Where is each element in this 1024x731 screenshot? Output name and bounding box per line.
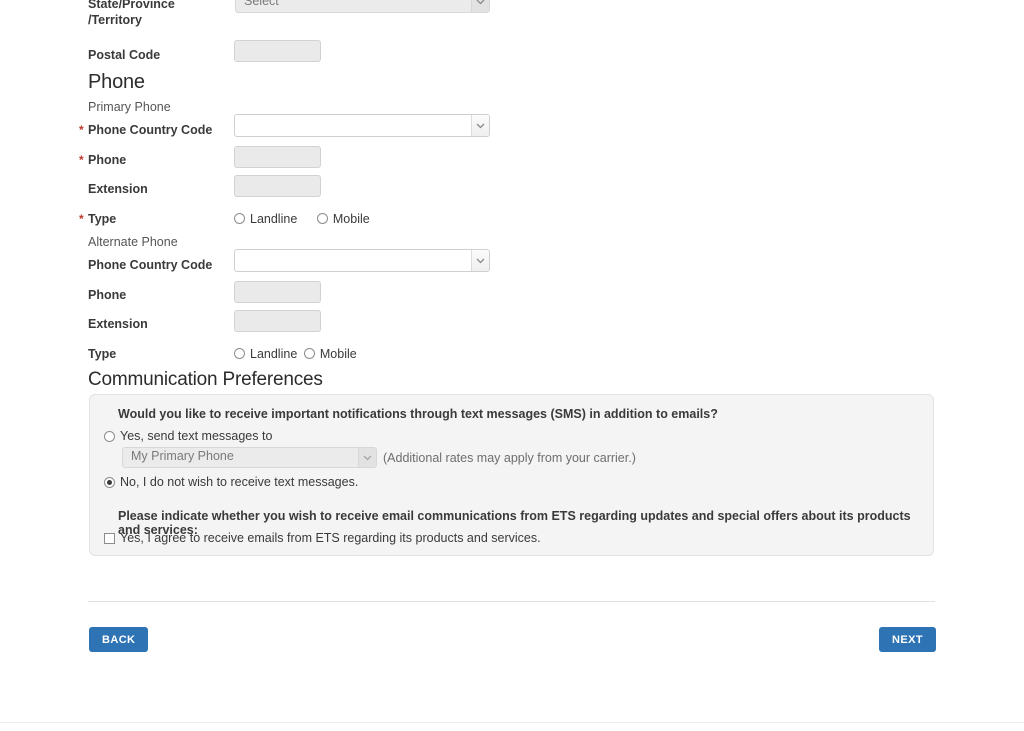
primary-type-label: Type — [88, 212, 117, 226]
communication-preferences-heading: Communication Preferences — [88, 369, 323, 390]
primary-type-landline-label: Landline — [250, 211, 298, 226]
sms-no-label: No, I do not wish to receive text messag… — [120, 475, 359, 489]
primary-extension-label: Extension — [88, 182, 148, 196]
chevron-down-icon — [471, 115, 489, 136]
back-button[interactable]: BACK — [89, 627, 149, 652]
email-optin-label: Yes, I agree to receive emails from ETS … — [120, 531, 541, 545]
field-row-alternate-phone: Phone — [88, 281, 948, 313]
primary-type-radio-mobile[interactable]: Mobile — [316, 211, 370, 226]
alternate-type-label: Type — [88, 347, 117, 361]
primary-type-radio-landline[interactable]: Landline — [234, 212, 297, 226]
state-province-select[interactable]: Select — [235, 0, 490, 13]
alternate-phone-label: Phone — [88, 288, 127, 302]
alternate-phone-country-code-select[interactable] — [234, 249, 490, 272]
sms-no-option[interactable]: No, I do not wish to receive text messag… — [104, 475, 358, 489]
required-asterisk: * — [79, 212, 84, 226]
primary-phone-country-code-select[interactable] — [234, 114, 490, 137]
primary-phone-group-label: Primary Phone — [88, 100, 171, 114]
required-asterisk: * — [79, 123, 84, 137]
phone-section-heading: Phone — [88, 71, 145, 93]
alternate-type-landline-label: Landline — [250, 346, 298, 361]
form-page: State/Province /Territory Select Postal … — [0, 0, 1024, 731]
state-province-label: State/Province /Territory — [88, 0, 175, 27]
radio-dot-icon — [104, 430, 115, 442]
field-row-state-province: State/Province /Territory Select — [88, 0, 948, 27]
alternate-phone-type-radio-group: Landline Mobile — [234, 345, 357, 361]
field-row-primary-country-code: * Phone Country Code — [79, 114, 948, 148]
required-asterisk: * — [79, 153, 84, 167]
field-row-postal-code: Postal Code — [88, 40, 948, 73]
alternate-type-mobile-label: Mobile — [319, 346, 357, 361]
chevron-down-icon — [471, 250, 489, 271]
sms-yes-option[interactable]: Yes, send text messages to — [104, 429, 272, 443]
radio-dot-icon — [316, 213, 328, 225]
postal-code-input[interactable] — [234, 40, 321, 62]
chevron-down-icon — [471, 0, 489, 12]
next-button[interactable]: NEXT — [879, 627, 936, 652]
alternate-phone-group-label: Alternate Phone — [88, 235, 178, 249]
radio-dot-icon — [303, 348, 315, 360]
primary-country-code-label: Phone Country Code — [88, 123, 213, 137]
primary-type-mobile-label: Mobile — [332, 211, 370, 226]
radio-dot-icon — [104, 476, 115, 488]
checkbox-icon — [104, 532, 115, 544]
postal-code-label: Postal Code — [88, 48, 161, 62]
primary-phone-type-radio-group: Landline Mobile — [234, 210, 370, 226]
state-province-select-value: Select — [244, 0, 279, 8]
field-row-primary-type: * Type Landline Mobile — [79, 210, 948, 237]
sms-phone-select[interactable]: My Primary Phone — [122, 447, 377, 468]
primary-extension-input[interactable] — [234, 175, 321, 197]
field-row-alternate-extension: Extension — [88, 310, 948, 342]
email-optin-option[interactable]: Yes, I agree to receive emails from ETS … — [104, 531, 541, 545]
alternate-type-radio-landline[interactable]: Landline — [234, 347, 297, 361]
alternate-type-radio-mobile[interactable]: Mobile — [303, 346, 357, 361]
alternate-phone-input[interactable] — [234, 281, 321, 303]
sms-yes-label: Yes, send text messages to — [120, 429, 273, 443]
sms-phone-select-value: My Primary Phone — [131, 449, 234, 463]
field-row-primary-phone: * Phone — [79, 146, 948, 178]
page-bottom-rule — [0, 722, 1024, 723]
primary-phone-input[interactable] — [234, 146, 321, 168]
communication-preferences-panel: Would you like to receive important noti… — [89, 394, 934, 556]
field-row-alternate-country-code: Phone Country Code — [88, 249, 948, 283]
sms-question: Would you like to receive important noti… — [118, 407, 718, 421]
alternate-extension-input[interactable] — [234, 310, 321, 332]
field-row-primary-extension: Extension — [88, 175, 948, 207]
footer-divider — [88, 601, 935, 602]
radio-dot-icon — [234, 348, 245, 360]
primary-phone-label: Phone — [88, 153, 127, 167]
radio-dot-icon — [234, 213, 245, 225]
sms-rates-note: (Additional rates may apply from your ca… — [383, 451, 636, 465]
chevron-down-icon — [358, 448, 376, 467]
alternate-country-code-label: Phone Country Code — [88, 258, 213, 272]
alternate-extension-label: Extension — [88, 317, 148, 331]
